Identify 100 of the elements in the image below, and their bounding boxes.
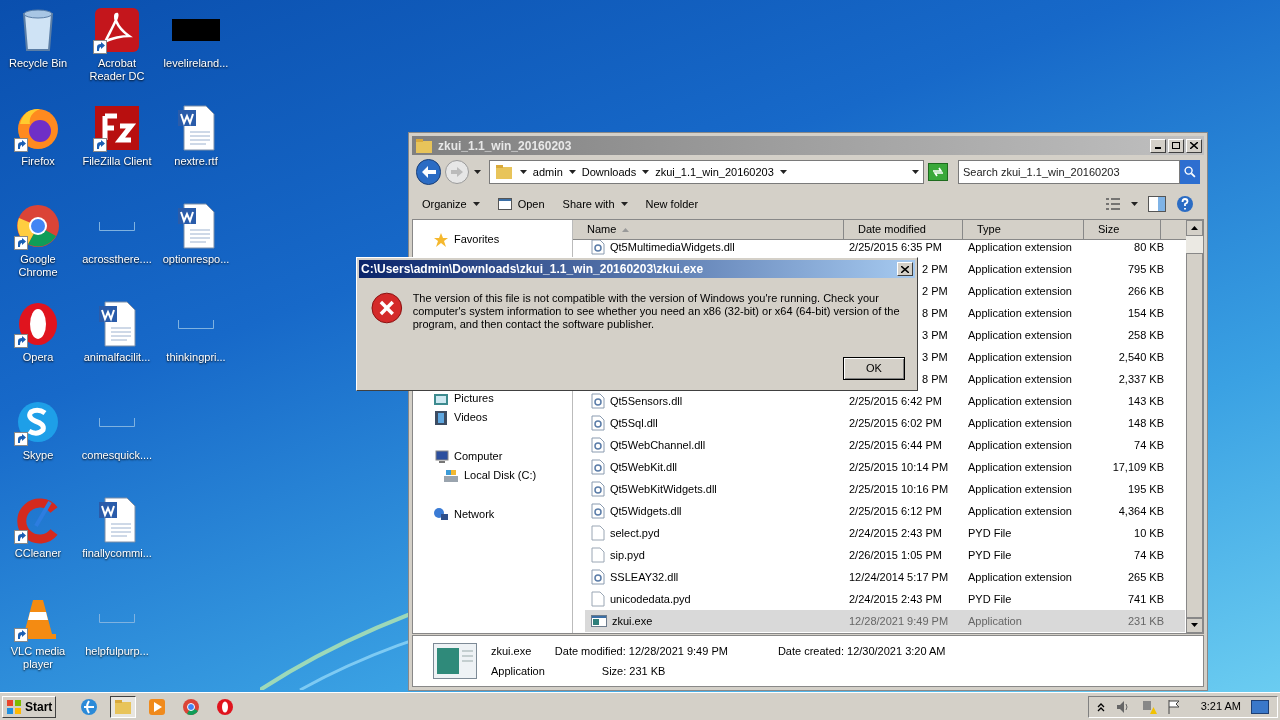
nav-item[interactable]: Videos bbox=[433, 408, 572, 427]
file-row[interactable]: Qt5WebKit.dll 2/25/2015 10:14 PM Application extension 17,109 KB bbox=[585, 456, 1185, 478]
desktop-icon-label[interactable]: optionrespo... bbox=[158, 253, 234, 266]
desktop-icon-label[interactable]: finallycommi... bbox=[79, 547, 155, 560]
file-name: select.pyd bbox=[610, 525, 660, 541]
file-row[interactable]: unicodedata.pyd 2/24/2015 2:43 PM PYD File 741 KB bbox=[585, 588, 1185, 610]
show-desktop-icon[interactable] bbox=[1251, 699, 1269, 714]
breadcrumb-item[interactable]: zkui_1.1_win_20160203 bbox=[655, 163, 774, 181]
blank-file-icon bbox=[99, 417, 135, 427]
file-row[interactable]: zkui.exe 12/28/2021 9:49 PM Application 231 KB bbox=[585, 610, 1185, 632]
file-name: unicodedata.pyd bbox=[610, 591, 691, 607]
close-button[interactable] bbox=[897, 262, 913, 276]
flag-icon[interactable] bbox=[1166, 698, 1181, 715]
type-cell: Application extension bbox=[968, 570, 1072, 583]
pdf-app-icon bbox=[93, 6, 141, 54]
file-row[interactable]: select.pyd 2/24/2015 2:43 PM PYD File 10 KB bbox=[585, 522, 1185, 544]
search-field[interactable]: Search zkui_1.1_win_20160203 bbox=[958, 160, 1180, 184]
gear-file-icon bbox=[591, 415, 605, 431]
type-cell: Application extension bbox=[968, 482, 1072, 495]
column-header[interactable]: Date modified bbox=[844, 220, 963, 240]
nav-item[interactable]: Local Disk (C:) bbox=[433, 466, 572, 485]
desktop-icon-label[interactable]: animalfacilit... bbox=[79, 351, 155, 364]
back-button[interactable] bbox=[416, 159, 442, 185]
file-row[interactable]: Qt5WebChannel.dll 2/25/2015 6:44 PM Application extension 74 KB bbox=[585, 434, 1185, 456]
type-cell: Application extension bbox=[968, 394, 1072, 407]
toolbar-button[interactable]: Share with bbox=[562, 195, 628, 213]
start-button[interactable]: Start bbox=[2, 695, 57, 718]
type-cell: Application extension bbox=[968, 284, 1072, 297]
taskbar-app-button[interactable] bbox=[110, 695, 137, 718]
globe-e-icon bbox=[79, 696, 100, 717]
file-name: Qt5WebKit.dll bbox=[610, 459, 678, 475]
minimize-button[interactable] bbox=[1150, 138, 1166, 153]
preview-pane-icon[interactable] bbox=[1148, 196, 1166, 212]
film-icon bbox=[433, 409, 449, 426]
desktop-icon-label[interactable]: CCleaner bbox=[0, 547, 76, 560]
gear-file-icon bbox=[591, 239, 605, 255]
size-cell: 2,337 KB bbox=[1118, 372, 1164, 385]
breadcrumb-item[interactable]: Downloads bbox=[581, 163, 637, 181]
desktop-icon-label[interactable]: acrossthere.... bbox=[79, 253, 155, 266]
close-button[interactable] bbox=[1186, 138, 1202, 153]
desktop-icon-label[interactable]: FileZilla Client bbox=[79, 155, 155, 168]
search-icon[interactable] bbox=[1180, 160, 1200, 184]
size-cell: 266 KB bbox=[1127, 284, 1164, 297]
file-row[interactable]: Qt5WebKitWidgets.dll 2/25/2015 10:16 PM Application extension 195 KB bbox=[585, 478, 1185, 500]
nav-item[interactable]: Network bbox=[433, 505, 572, 524]
type-cell: PYD File bbox=[968, 592, 1012, 605]
scrollbar[interactable] bbox=[1186, 220, 1203, 633]
column-header[interactable]: Size bbox=[1084, 220, 1161, 240]
file-row[interactable]: Qt5Sql.dll 2/25/2015 6:02 PM Application extension 148 KB bbox=[585, 412, 1185, 434]
desktop-icon-label[interactable]: comesquick.... bbox=[79, 449, 155, 462]
view-list-icon[interactable] bbox=[1105, 197, 1121, 211]
desktop-icon-label[interactable]: Recycle Bin bbox=[0, 57, 76, 70]
ok-button[interactable]: OK bbox=[843, 357, 905, 380]
date-cell: 2/25/2015 10:14 PM bbox=[849, 460, 949, 473]
size-cell: 143 KB bbox=[1127, 394, 1164, 407]
caret-icon bbox=[912, 170, 920, 174]
toolbar-button[interactable]: Organize bbox=[422, 195, 480, 213]
type-cell: Application extension bbox=[968, 416, 1072, 429]
desktop-icon-label[interactable]: Skype bbox=[0, 449, 76, 462]
computer-icon bbox=[433, 448, 449, 465]
nav-item[interactable]: Computer bbox=[433, 447, 572, 466]
close-icon bbox=[1190, 142, 1198, 149]
clock[interactable]: 3:21 AM bbox=[1200, 698, 1241, 715]
blank-file-icon bbox=[591, 591, 605, 607]
breadcrumb-item[interactable]: admin bbox=[532, 163, 563, 181]
help-icon[interactable] bbox=[1176, 195, 1194, 213]
maximize-button[interactable] bbox=[1168, 138, 1184, 153]
date-cell: 2/25/2015 6:35 PM bbox=[849, 240, 942, 253]
size-cell: 10 KB bbox=[1134, 526, 1164, 539]
nav-item[interactable]: Favorites bbox=[433, 230, 572, 249]
size-cell: 741 KB bbox=[1127, 592, 1164, 605]
size-cell: 795 KB bbox=[1127, 262, 1164, 275]
desktop-icon-label[interactable]: thinkingpri... bbox=[158, 351, 234, 364]
desktop-icon-label[interactable]: Opera bbox=[0, 351, 76, 364]
nav-item[interactable]: Pictures bbox=[433, 389, 572, 408]
toolbar-button[interactable]: New folder bbox=[645, 195, 699, 213]
file-row[interactable]: sip.pyd 2/26/2015 1:05 PM PYD File 74 KB bbox=[585, 544, 1185, 566]
desktop-icon-label[interactable]: levelireland... bbox=[158, 57, 234, 70]
refresh-button[interactable] bbox=[928, 163, 948, 181]
column-header[interactable]: Type bbox=[963, 220, 1084, 240]
gear-file-icon bbox=[591, 503, 605, 519]
desktop-icon-label[interactable]: Acrobat Reader DC bbox=[79, 57, 155, 83]
file-row[interactable]: Qt5Widgets.dll 2/25/2015 6:12 PM Application extension 4,364 KB bbox=[585, 500, 1185, 522]
file-name: zkui.exe bbox=[491, 643, 533, 659]
column-header[interactable]: Name bbox=[573, 220, 844, 240]
date-cell: 2/25/2015 6:44 PM bbox=[849, 438, 942, 451]
address-bar[interactable]: admin Downloads zkui_1.1_win_20160203 bbox=[488, 160, 925, 184]
toolbar-button[interactable]: Open bbox=[497, 195, 545, 213]
thumbnail-icon bbox=[172, 19, 220, 41]
star-icon bbox=[433, 231, 449, 248]
chevron-up-icon[interactable] bbox=[1096, 701, 1105, 712]
type-cell: Application extension bbox=[968, 328, 1072, 341]
type-cell: Application extension bbox=[968, 262, 1072, 275]
desktop-icon-label[interactable]: Firefox bbox=[0, 155, 76, 168]
file-row[interactable]: SSLEAY32.dll 12/24/2014 5:17 PM Application extension 265 KB bbox=[585, 566, 1185, 588]
file-row[interactable]: Qt5Sensors.dll 2/25/2015 6:42 PM Application extension 143 KB bbox=[585, 390, 1185, 412]
file-name: zkui.exe bbox=[612, 613, 653, 629]
desktop-icon-label[interactable]: nextre.rtf bbox=[158, 155, 234, 168]
desktop-icon-label[interactable]: VLC media player bbox=[0, 645, 76, 671]
desktop-icon-label[interactable]: Google Chrome bbox=[0, 253, 76, 279]
